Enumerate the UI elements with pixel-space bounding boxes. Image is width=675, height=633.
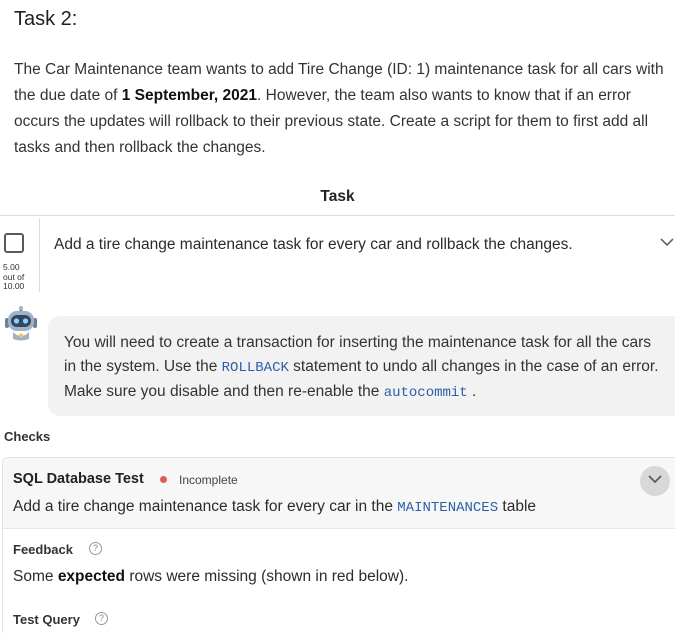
test-query-label: Test Query (13, 612, 80, 627)
due-date: 1 September, 2021 (121, 87, 258, 104)
check-description: Add a tire change maintenance task for e… (13, 498, 536, 516)
task-description: The Car Maintenance team wants to add Ti… (14, 57, 666, 161)
chevron-down-icon[interactable] (660, 238, 674, 247)
feedback-label: Feedback (13, 542, 73, 557)
question-circle-icon[interactable]: ? (95, 612, 108, 625)
hint-box: You will need to create a transaction fo… (48, 316, 675, 416)
score-max: 10.00 (3, 281, 25, 291)
task-score: 5.00 out of 10.00 (3, 262, 33, 292)
feedback-bold: expected (57, 568, 126, 585)
check-desc-text: table (498, 498, 537, 515)
chevron-down-icon (648, 475, 662, 484)
checks-label: Checks (4, 429, 51, 444)
feedback-text-part: rows were missing (shown in red below). (125, 568, 409, 585)
hint-text-part: . (467, 383, 477, 400)
check-desc-text: Add a tire change maintenance task for e… (13, 498, 398, 515)
check-title: SQL Database Test (13, 471, 144, 487)
code-rollback: ROLLBACK (221, 359, 289, 376)
task-checkbox[interactable] (4, 233, 24, 253)
task-item-text: Add a tire change maintenance task for e… (54, 236, 573, 253)
check-header[interactable]: SQL Database Test Incomplete Add a tire … (3, 458, 675, 529)
code-table-name: MAINTENANCES (397, 500, 499, 516)
divider (39, 218, 40, 292)
status-badge: Incomplete (179, 473, 238, 487)
code-autocommit: autocommit (383, 385, 468, 401)
check-card: SQL Database Test Incomplete Add a tire … (2, 457, 675, 633)
status-dot (160, 476, 167, 483)
task-row[interactable]: 5.00 out of 10.00 Add a tire change main… (0, 216, 675, 296)
task-section-header: Task (320, 188, 355, 205)
hint-text: You will need to create a transaction fo… (64, 331, 664, 406)
expand-check-button[interactable] (640, 466, 670, 496)
feedback-text-part: Some (13, 568, 58, 585)
robot-avatar-icon (5, 306, 37, 341)
question-circle-icon[interactable]: ? (89, 542, 102, 555)
task-title: Task 2: (14, 8, 78, 30)
feedback-text: Some expected rows were missing (shown i… (13, 568, 408, 586)
